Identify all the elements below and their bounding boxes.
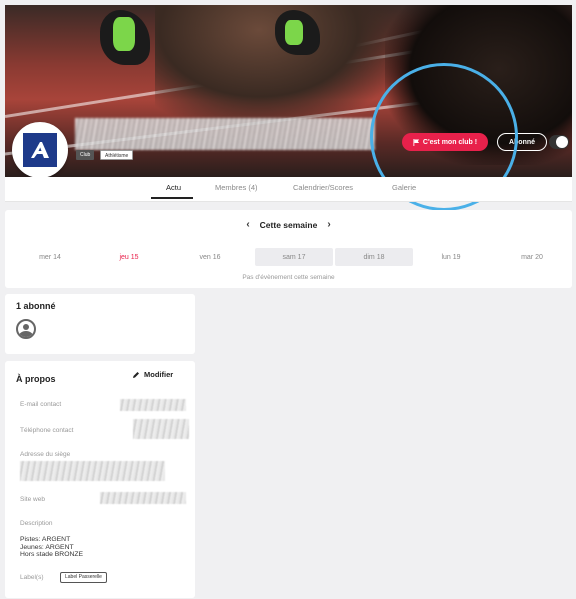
subscribers-count: 1 abonné [16, 301, 56, 311]
tab-calendrier[interactable]: Calendrier/Scores [293, 183, 353, 192]
description-text: Pistes: ARGENT Jeunes: ARGENT Hors stade… [20, 536, 84, 558]
description-label: Description [20, 520, 53, 527]
phone-label: Téléphone contact [20, 427, 74, 434]
day-cell[interactable]: lun 19 [427, 248, 475, 266]
website-label: Site web [20, 496, 45, 503]
day-cell[interactable]: ven 16 [186, 248, 234, 266]
chevron-right-icon[interactable]: › [327, 219, 330, 230]
banner-shoe-accent [113, 17, 135, 51]
labels-label: Label(s) [20, 574, 44, 581]
active-tab-indicator [151, 197, 193, 199]
tabs-bar: Actu Membres (4) Calendrier/Scores Galer… [5, 177, 572, 202]
its-my-club-label: C'est mon club ! [422, 138, 478, 146]
address-label: Adresse du siège [20, 451, 71, 458]
week-calendar: ‹ Cette semaine › mer 14 jeu 15 ven 16 s… [5, 210, 572, 288]
user-icon-head [23, 324, 29, 330]
day-cell-today[interactable]: jeu 15 [105, 248, 153, 266]
user-icon-shoulders [19, 331, 33, 337]
no-event-message: Pas d'évènement cette semaine [242, 274, 335, 281]
day-cell-weekend[interactable]: dim 18 [335, 248, 413, 266]
subscribed-label: Abonné [508, 138, 536, 146]
club-logo-icon [31, 142, 49, 158]
about-title: À propos [16, 374, 56, 384]
tab-membres[interactable]: Membres (4) [215, 183, 258, 192]
tab-actu[interactable]: Actu [166, 183, 181, 192]
day-cell[interactable]: mar 20 [508, 248, 556, 266]
club-logo-mark [23, 133, 57, 167]
week-label: Cette semaine [259, 219, 318, 230]
user-icon[interactable] [16, 319, 36, 339]
about-card: À propos Modifier E-mail contact Télépho… [5, 361, 195, 598]
address-value-redacted [20, 461, 165, 481]
email-value-redacted [120, 399, 186, 411]
phone-value-redacted [133, 419, 189, 439]
email-label: E-mail contact [20, 401, 62, 408]
club-type-tag: Club [76, 150, 95, 160]
edit-label: Modifier [144, 370, 174, 379]
tab-galerie[interactable]: Galerie [392, 183, 416, 192]
pencil-icon [133, 371, 139, 378]
week-navigator: ‹ Cette semaine › [5, 219, 572, 230]
label-badge[interactable]: Label Passerelle [60, 572, 107, 583]
notification-toggle[interactable] [549, 135, 569, 149]
day-cell-weekend[interactable]: sam 17 [255, 248, 333, 266]
its-my-club-button[interactable]: C'est mon club ! [402, 133, 488, 151]
club-name-redacted [75, 118, 375, 150]
website-value-redacted [100, 492, 186, 504]
edit-button[interactable]: Modifier [132, 370, 173, 379]
chevron-left-icon[interactable]: ‹ [246, 219, 249, 230]
flag-icon [413, 138, 420, 146]
subscribers-card: 1 abonné [5, 294, 195, 354]
club-logo[interactable] [12, 122, 68, 178]
subscribed-button[interactable]: Abonné [497, 133, 547, 151]
day-cell[interactable]: mer 14 [26, 248, 74, 266]
toggle-knob [556, 136, 568, 148]
club-sport-tag: Athlétisme [100, 150, 134, 160]
banner-shoe-accent [285, 20, 303, 45]
